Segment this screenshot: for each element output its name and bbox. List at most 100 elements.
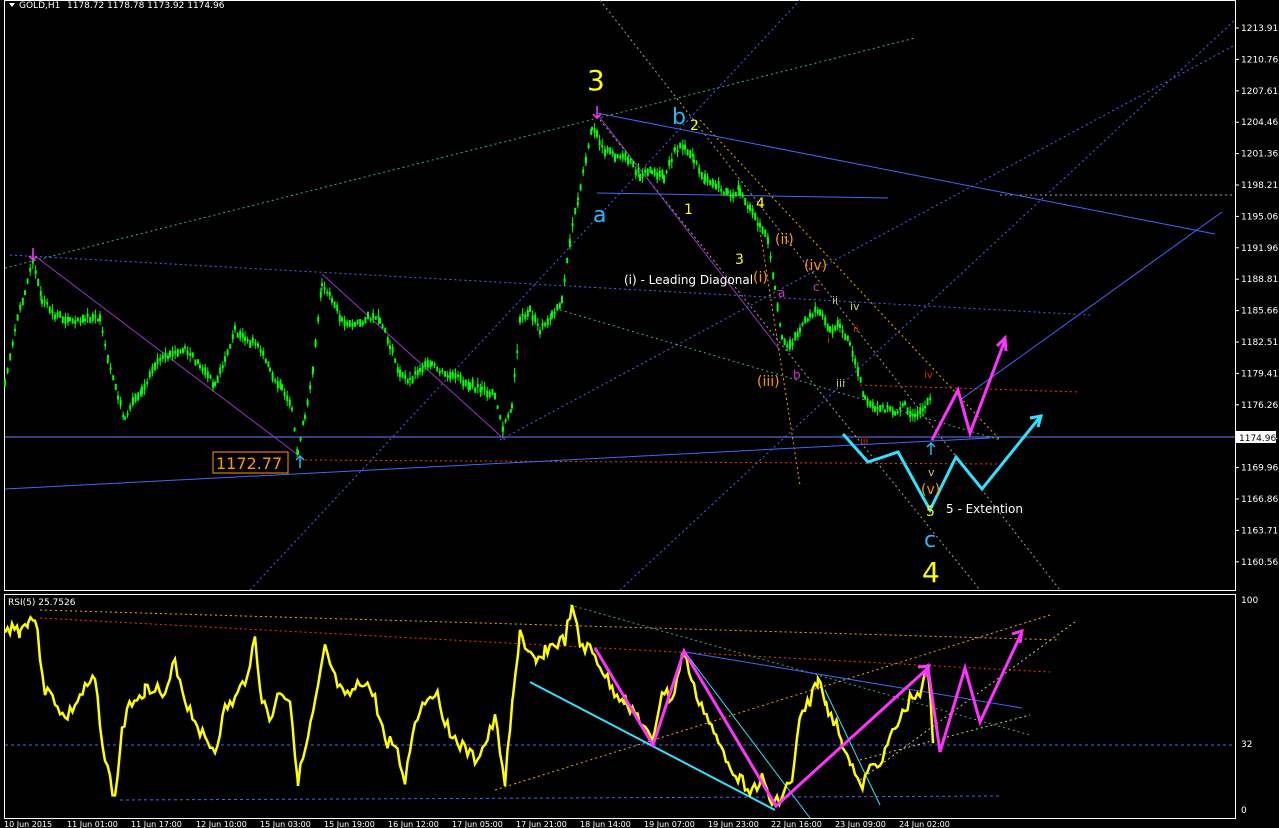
- candle-body: [221, 365, 224, 369]
- candle-body: [319, 291, 322, 298]
- roman-v-label: (v): [921, 482, 940, 498]
- candle-body: [189, 353, 192, 356]
- candle-body: [262, 350, 265, 356]
- candle-body: [921, 408, 924, 412]
- candle-body: [739, 187, 741, 196]
- candle-body: [627, 157, 629, 165]
- candle-body: [151, 366, 154, 374]
- rsi-header: RSI(5) 25.7526: [8, 598, 76, 608]
- candle-body: [89, 316, 92, 323]
- candle-body: [641, 173, 644, 178]
- candle-body: [341, 317, 343, 322]
- candle-body: [526, 310, 529, 317]
- candle-body: [399, 369, 401, 378]
- candle-body: [186, 350, 189, 356]
- candle-body: [11, 341, 14, 346]
- candle-body: [331, 298, 333, 303]
- candle-body: [764, 229, 767, 237]
- candle-body: [651, 170, 653, 174]
- candle-body: [521, 314, 524, 317]
- candle-body: [561, 296, 563, 303]
- candle-body: [591, 127, 593, 131]
- candle-body: [214, 381, 216, 386]
- candle-body: [283, 391, 286, 397]
- candle-body: [658, 170, 661, 177]
- candle-body: [69, 317, 71, 322]
- candle-body: [639, 173, 641, 181]
- candle-body: [323, 287, 326, 290]
- candle-body: [799, 327, 801, 333]
- candle-body: [754, 213, 757, 220]
- price-tick-label: 1188.81: [1241, 275, 1278, 285]
- candle-body: [851, 350, 854, 357]
- wave-4-label: 4: [922, 556, 940, 589]
- small-b-label: b: [793, 368, 801, 382]
- candle-body: [48, 306, 51, 313]
- time-tick-label: 19 Jun 07:00: [644, 820, 695, 828]
- candle-body: [16, 314, 19, 321]
- price-tick-label: 1160.56: [1241, 558, 1278, 568]
- candle-body: [796, 331, 799, 338]
- candle-body: [502, 426, 504, 431]
- candle-body: [839, 323, 841, 328]
- candle-body: [61, 316, 64, 324]
- candle-body: [346, 321, 349, 326]
- small-v-label: v: [928, 466, 935, 479]
- candle-body: [469, 382, 471, 390]
- candle-body: [167, 355, 169, 359]
- candle-body: [114, 383, 117, 391]
- price-tick-label: 1179.41: [1241, 369, 1278, 379]
- candle-body: [534, 314, 537, 323]
- candle-body: [129, 405, 132, 410]
- symbol-title: GOLD,H1: [19, 1, 60, 11]
- candle-body: [596, 130, 598, 137]
- candle-body: [829, 326, 831, 333]
- price-tick-label: 1207.61: [1241, 87, 1278, 97]
- tiny-i-label: i: [827, 335, 830, 346]
- candle-body: [767, 238, 769, 245]
- candle-body: [539, 330, 541, 335]
- candle-body: [494, 392, 496, 400]
- candle-body: [404, 374, 407, 379]
- candle-body: [741, 193, 744, 197]
- candle-body: [772, 272, 775, 280]
- candle-body: [6, 368, 9, 374]
- pivot-arrows: [28, 106, 936, 468]
- candle-body: [563, 278, 566, 282]
- roman-iv-label: (iv): [804, 258, 827, 274]
- candle-body: [862, 391, 865, 398]
- candle-body: [553, 311, 556, 315]
- candle-body: [82, 315, 84, 323]
- price-tick-label: 1169.96: [1241, 464, 1278, 474]
- candle-body: [849, 342, 851, 345]
- candle-body: [91, 313, 94, 321]
- candle-body: [433, 363, 436, 367]
- candle-body: [551, 311, 553, 318]
- candle-body: [56, 312, 59, 317]
- time-tick-label: 22 Jun 16:00: [771, 820, 822, 828]
- candle-body: [619, 155, 622, 159]
- candle-body: [176, 349, 179, 357]
- candle-body: [286, 395, 289, 402]
- extention-note: 5 - Extention: [946, 502, 1023, 516]
- candle-body: [756, 222, 759, 226]
- candle-body: [668, 160, 671, 166]
- wave-3-label: 3: [587, 64, 605, 97]
- price-tick-label: 1163.71: [1241, 526, 1278, 536]
- candle-body: [204, 367, 207, 376]
- candle-body: [679, 142, 682, 149]
- candle-body: [299, 437, 302, 441]
- chevron-down-icon[interactable]: [9, 3, 15, 7]
- candle-body: [582, 169, 585, 174]
- candle-body: [609, 147, 612, 155]
- candle-body: [101, 330, 104, 333]
- candle-body: [396, 367, 399, 373]
- candle-body: [377, 315, 380, 318]
- candle-body: [76, 317, 79, 322]
- candle-body: [384, 327, 387, 333]
- candle-body: [899, 407, 902, 411]
- candle-body: [513, 373, 516, 377]
- wave-c-label: c: [924, 528, 936, 553]
- candle-body: [637, 168, 640, 173]
- candle-body: [700, 172, 703, 180]
